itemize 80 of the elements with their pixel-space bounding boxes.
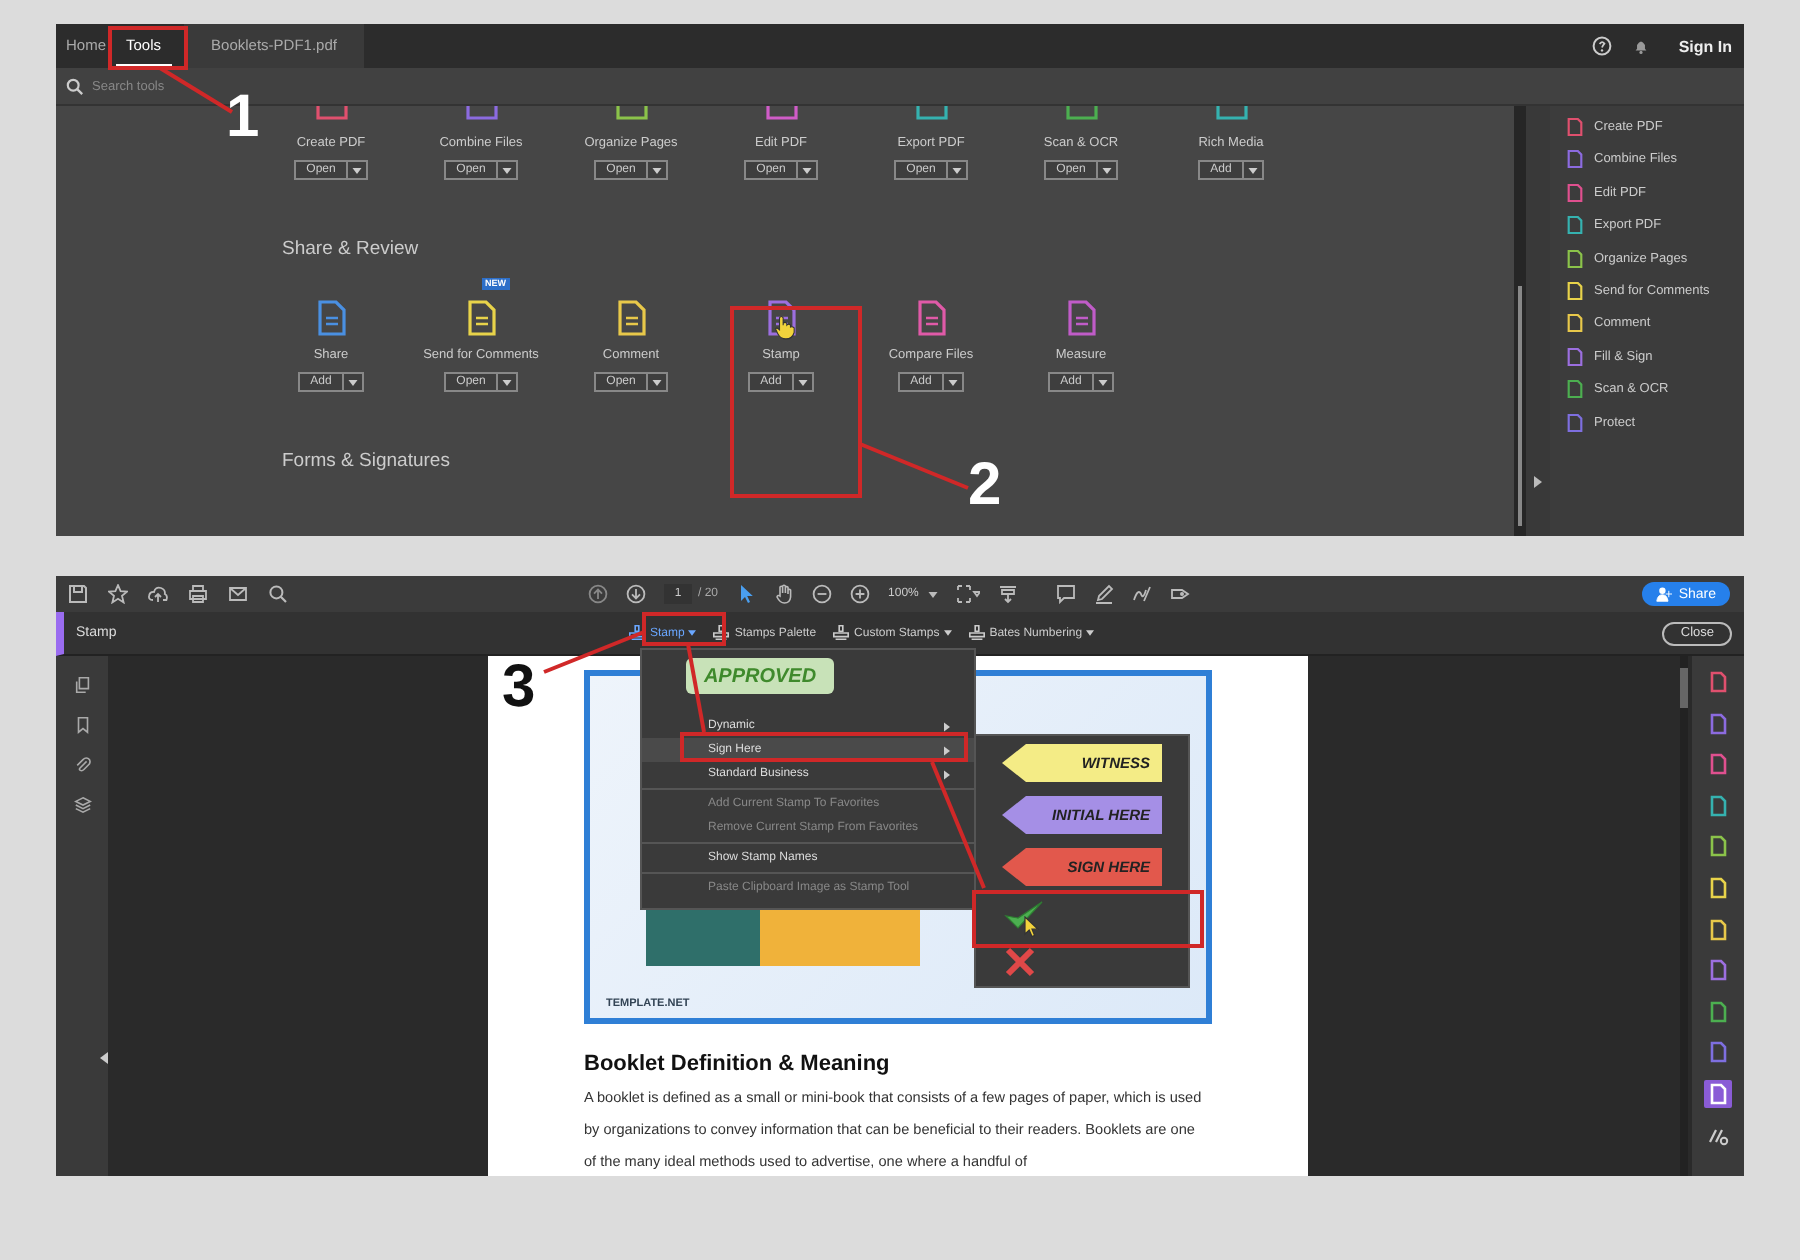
more-tools-icon[interactable] — [1170, 584, 1191, 604]
highlight-frame — [108, 26, 188, 70]
callout-line — [686, 643, 706, 733]
star-icon[interactable] — [108, 584, 128, 604]
dropdown-button[interactable] — [947, 160, 968, 180]
caret-icon — [351, 167, 362, 173]
signature-icon[interactable] — [1132, 584, 1153, 604]
stamp-icon — [712, 624, 731, 642]
caret-icon — [501, 167, 512, 173]
dropdown-button[interactable] — [797, 160, 818, 180]
hand-icon[interactable] — [774, 584, 795, 604]
fit-page-icon[interactable] — [956, 584, 981, 604]
caret-icon — [1086, 630, 1095, 636]
arrow-cursor-icon — [1024, 916, 1040, 938]
caret-icon — [651, 379, 662, 385]
document-heading: Booklet Definition & Meaning — [584, 1052, 892, 1076]
section-title: Share & Review — [282, 238, 421, 260]
scroll-mode-icon[interactable] — [998, 584, 1019, 604]
save-icon[interactable] — [68, 584, 88, 604]
help-icon[interactable] — [1592, 36, 1613, 56]
pen-icon[interactable] — [1094, 584, 1115, 604]
layers-icon[interactable] — [73, 796, 91, 814]
step-number: 2 — [968, 456, 1002, 516]
caret-icon — [1097, 379, 1108, 385]
dropdown-button[interactable] — [647, 160, 668, 180]
caret-icon — [1101, 167, 1112, 173]
mail-icon[interactable] — [228, 584, 248, 604]
caret-icon — [947, 379, 958, 385]
zoom-in-icon[interactable] — [850, 584, 871, 604]
stamp-icon — [628, 624, 646, 642]
caret-icon — [801, 167, 812, 173]
caret-icon — [797, 379, 808, 385]
caret-icon — [943, 630, 952, 636]
bell-icon[interactable] — [1632, 36, 1651, 56]
dropdown-button[interactable] — [1243, 160, 1264, 180]
stamp-icon — [832, 624, 851, 642]
pointer-icon[interactable] — [736, 584, 757, 604]
collapse-arrow-icon[interactable] — [100, 1052, 108, 1064]
highlight-frame — [642, 612, 726, 646]
section-title: Forms & Signatures — [282, 450, 452, 472]
pages-icon[interactable] — [73, 676, 91, 694]
caret-icon — [688, 630, 697, 636]
callout-line — [543, 630, 645, 674]
caret-icon — [951, 167, 962, 173]
dropdown-button[interactable] — [1097, 160, 1118, 180]
callout-line — [930, 761, 986, 889]
arrow-up-icon[interactable] — [588, 584, 608, 604]
expand-arrow-icon[interactable] — [1534, 475, 1542, 487]
dropdown-button[interactable] — [343, 372, 364, 392]
cross-icon[interactable] — [1004, 946, 1036, 978]
sign-in-button[interactable]: Sign In — [1670, 37, 1744, 55]
dropdown-button[interactable] — [497, 160, 518, 180]
print-icon[interactable] — [188, 584, 208, 604]
search-icon[interactable] — [268, 584, 288, 604]
upload-icon[interactable] — [148, 584, 168, 604]
caret-icon — [501, 379, 512, 385]
step-number: 1 — [226, 88, 260, 148]
dropdown-button[interactable] — [1093, 372, 1114, 392]
tool-icon[interactable] — [1704, 1079, 1732, 1108]
dropdown-button[interactable] — [497, 372, 518, 392]
step-number: 3 — [502, 658, 536, 718]
caret-icon — [1247, 167, 1258, 173]
comment-icon[interactable] — [1056, 584, 1077, 604]
callout-line — [859, 442, 969, 490]
check-icon[interactable] — [1004, 900, 1044, 932]
paperclip-icon[interactable] — [73, 756, 91, 774]
dropdown-button[interactable] — [793, 372, 814, 392]
dropdown-button[interactable] — [647, 372, 668, 392]
search-icon — [66, 77, 84, 95]
stamp-icon — [967, 624, 986, 642]
caret-icon — [347, 379, 358, 385]
dropdown-button[interactable] — [347, 160, 368, 180]
person-add-icon — [1656, 586, 1673, 602]
caret-icon — [651, 167, 662, 173]
arrow-down-icon[interactable] — [626, 584, 646, 604]
caret-icon — [928, 591, 939, 597]
scrollbar[interactable] — [1514, 106, 1526, 536]
bookmark-icon[interactable] — [73, 716, 91, 734]
dropdown-button[interactable] — [943, 372, 964, 392]
zoom-out-icon[interactable] — [812, 584, 833, 604]
